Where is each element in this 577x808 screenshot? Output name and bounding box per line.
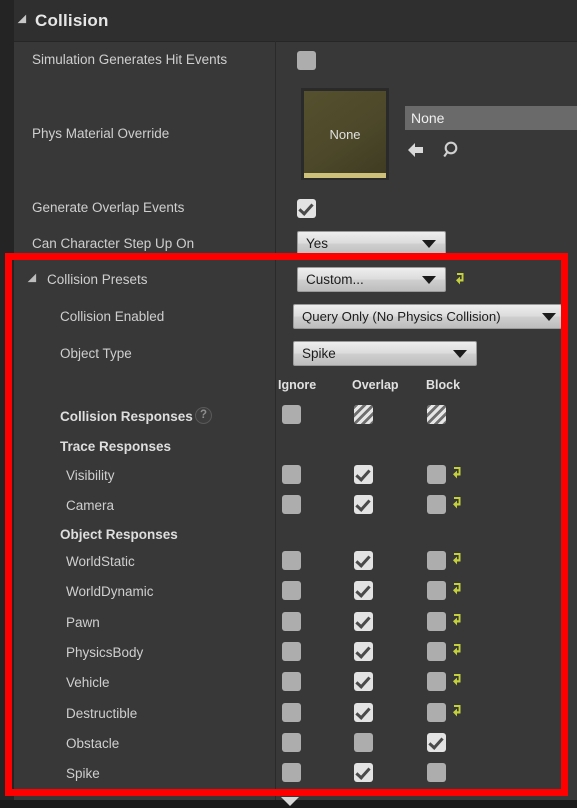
chevron-down-icon xyxy=(422,275,436,284)
reset-arrow-icon-worlddynamic[interactable] xyxy=(451,582,464,596)
checkbox-physicsbody-overlap[interactable] xyxy=(354,642,373,661)
label-obstacle: Obstacle xyxy=(66,736,120,751)
dropdown-collision-enabled-value: Query Only (No Physics Collision) xyxy=(302,309,501,324)
column-splitter[interactable] xyxy=(275,41,276,808)
checkbox-collision-responses-overlap[interactable] xyxy=(354,405,373,424)
checkbox-obstacle-ignore[interactable] xyxy=(282,733,301,752)
back-arrow-icon[interactable] xyxy=(406,139,430,161)
column-header-block: Block xyxy=(426,378,461,392)
checkbox-spike-block[interactable] xyxy=(427,763,446,782)
panel-left-gutter xyxy=(0,0,14,808)
label-worldstatic: WorldStatic xyxy=(66,554,135,569)
checkbox-physicsbody-ignore[interactable] xyxy=(282,642,301,661)
checkbox-worldstatic-ignore[interactable] xyxy=(282,551,301,570)
phys-material-asset-field[interactable]: None xyxy=(405,106,577,130)
column-header-overlap: Overlap xyxy=(352,378,399,392)
checkbox-worldstatic-block[interactable] xyxy=(427,551,446,570)
chevron-down-icon xyxy=(422,239,436,248)
label-simulation-generates-hit-events: Simulation Generates Hit Events xyxy=(32,52,228,67)
column-header-ignore: Ignore xyxy=(278,378,317,392)
label-spike: Spike xyxy=(66,766,100,781)
triangle-down-icon[interactable] xyxy=(17,14,31,27)
phys-material-thumbnail-text: None xyxy=(329,126,361,142)
phys-material-thumbnail-accent xyxy=(304,173,386,178)
collision-presets-expander-icon[interactable] xyxy=(27,273,41,287)
label-destructible: Destructible xyxy=(66,706,138,721)
dropdown-collision-enabled[interactable]: Query Only (No Physics Collision) xyxy=(293,304,562,329)
reset-arrow-icon-camera[interactable] xyxy=(451,496,464,510)
checkbox-visibility-overlap[interactable] xyxy=(354,465,373,484)
collision-details-panel: Collision Simulation Generates Hit Event… xyxy=(0,0,577,808)
reset-arrow-icon-physicsbody[interactable] xyxy=(451,643,464,657)
dropdown-collision-presets-value: Custom... xyxy=(306,272,364,287)
checkbox-visibility-block[interactable] xyxy=(427,465,446,484)
reset-arrow-icon-collision-presets[interactable] xyxy=(454,272,467,286)
checkbox-physicsbody-block[interactable] xyxy=(427,642,446,661)
checkbox-worlddynamic-overlap[interactable] xyxy=(354,581,373,600)
checkbox-worlddynamic-block[interactable] xyxy=(427,581,446,600)
checkbox-pawn-block[interactable] xyxy=(427,612,446,631)
phys-material-asset-value: None xyxy=(411,110,445,126)
dropdown-can-character-step-up-on[interactable]: Yes xyxy=(297,231,446,256)
question-mark-icon[interactable]: ? xyxy=(195,407,212,424)
triangle-down-icon-scroll[interactable] xyxy=(281,797,299,806)
checkbox-camera-block[interactable] xyxy=(427,495,446,514)
magnifier-icon[interactable] xyxy=(440,139,464,161)
checkbox-visibility-ignore[interactable] xyxy=(282,465,301,484)
reset-arrow-icon-destructible[interactable] xyxy=(451,704,464,718)
checkbox-vehicle-block[interactable] xyxy=(427,672,446,691)
collision-properties-panel: Collision Simulation Generates Hit Event… xyxy=(14,0,577,808)
chevron-down-icon xyxy=(453,349,467,358)
label-vehicle: Vehicle xyxy=(66,675,110,690)
checkbox-worlddynamic-ignore[interactable] xyxy=(282,581,301,600)
group-title-trace-responses: Trace Responses xyxy=(60,439,172,454)
reset-arrow-icon-vehicle[interactable] xyxy=(451,673,464,687)
checkbox-camera-overlap[interactable] xyxy=(354,495,373,514)
reset-arrow-icon-visibility[interactable] xyxy=(451,466,464,480)
checkbox-vehicle-ignore[interactable] xyxy=(282,672,301,691)
checkbox-obstacle-block[interactable] xyxy=(427,733,446,752)
label-object-type: Object Type xyxy=(60,346,132,361)
checkbox-camera-ignore[interactable] xyxy=(282,495,301,514)
checkbox-obstacle-overlap[interactable] xyxy=(354,733,373,752)
checkbox-collision-responses-ignore[interactable] xyxy=(282,405,301,424)
group-title-object-responses: Object Responses xyxy=(60,527,178,542)
label-generate-overlap-events: Generate Overlap Events xyxy=(32,200,185,215)
checkbox-destructible-block[interactable] xyxy=(427,703,446,722)
label-collision-presets: Collision Presets xyxy=(47,272,148,287)
dropdown-object-type[interactable]: Spike xyxy=(293,341,477,366)
dropdown-collision-presets[interactable]: Custom... xyxy=(297,267,446,292)
label-phys-material-override: Phys Material Override xyxy=(32,126,170,141)
label-camera: Camera xyxy=(66,498,115,513)
reset-arrow-icon-pawn[interactable] xyxy=(451,613,464,627)
checkbox-collision-responses-block[interactable] xyxy=(427,405,446,424)
checkbox-destructible-overlap[interactable] xyxy=(354,703,373,722)
phys-material-thumbnail[interactable]: None xyxy=(301,88,389,180)
collision-category-header[interactable]: Collision xyxy=(14,0,577,42)
chevron-down-icon xyxy=(542,312,556,321)
label-can-character-step-up-on: Can Character Step Up On xyxy=(32,236,195,251)
label-physicsbody: PhysicsBody xyxy=(66,645,144,660)
checkbox-spike-overlap[interactable] xyxy=(354,763,373,782)
dropdown-object-type-value: Spike xyxy=(302,346,336,361)
label-collision-responses: Collision Responses xyxy=(60,409,193,424)
label-worlddynamic: WorldDynamic xyxy=(66,584,154,599)
checkbox-spike-ignore[interactable] xyxy=(282,763,301,782)
reset-arrow-icon-worldstatic[interactable] xyxy=(451,552,464,566)
checkbox-pawn-overlap[interactable] xyxy=(354,612,373,631)
checkbox-vehicle-overlap[interactable] xyxy=(354,672,373,691)
checkbox-pawn-ignore[interactable] xyxy=(282,612,301,631)
label-collision-enabled: Collision Enabled xyxy=(60,309,165,324)
question-mark-glyph: ? xyxy=(199,409,208,421)
page-title: Collision xyxy=(35,10,109,30)
checkbox-destructible-ignore[interactable] xyxy=(282,703,301,722)
label-pawn: Pawn xyxy=(66,615,100,630)
dropdown-can-character-step-up-on-value: Yes xyxy=(306,236,329,251)
checkbox-worldstatic-overlap[interactable] xyxy=(354,551,373,570)
label-visibility: Visibility xyxy=(66,468,115,483)
checkbox-generate-overlap-events[interactable] xyxy=(297,199,316,218)
checkbox-simulation-generates-hit-events[interactable] xyxy=(297,51,316,70)
